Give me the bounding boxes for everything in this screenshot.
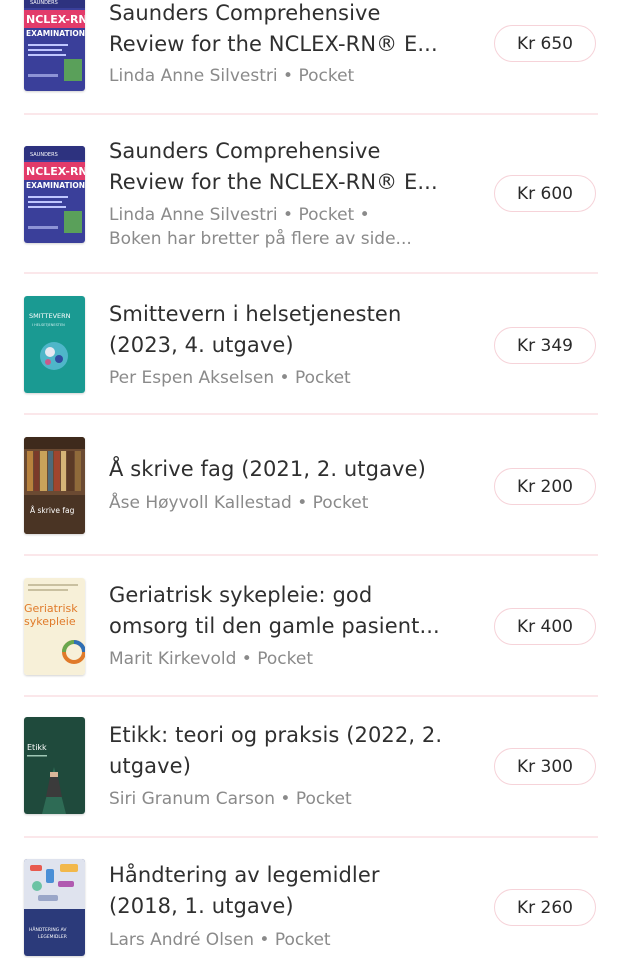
book-title[interactable]: Håndtering av legemidler (2018, 1. utgav… [109, 860, 474, 922]
book-cover-image[interactable]: Å skrive fag [24, 437, 85, 534]
cover-main-text: NCLEX-RN [26, 165, 85, 178]
book-title[interactable]: Å skrive fag (2021, 2. utgave) [109, 454, 474, 485]
listing-item[interactable]: HÅNDTERING AV LEGEMIDLER Håndtering av l… [0, 838, 619, 958]
price-badge[interactable]: Kr 600 [494, 175, 596, 212]
book-cover-image[interactable]: HÅNDTERING AV LEGEMIDLER [24, 859, 85, 956]
price-badge[interactable]: Kr 650 [494, 25, 596, 62]
book-cover-image[interactable]: Etikk [24, 717, 85, 814]
book-cover-image[interactable]: Geriatrisk sykepleie [24, 578, 85, 675]
cover-top-text: SAUNDERS [30, 152, 58, 158]
price-badge[interactable]: Kr 349 [494, 327, 596, 364]
listing-item[interactable]: SAUNDERS NCLEX-RN EXAMINATION Saunders C… [0, 115, 619, 274]
listing-item[interactable]: Etikk Etikk: teori og praksis (2022, 2. … [0, 697, 619, 838]
price-badge[interactable]: Kr 400 [494, 608, 596, 645]
book-title[interactable]: Etikk: teori og praksis (2022, 2. utgave… [109, 720, 474, 782]
book-meta: Marit Kirkevold • Pocket [109, 649, 313, 669]
book-cover-image[interactable]: SAUNDERS NCLEX-RN EXAMINATION [24, 146, 85, 243]
book-title[interactable]: Saunders Comprehensive Review for the NC… [109, 0, 474, 60]
book-meta: Lars André Olsen • Pocket [109, 930, 331, 950]
book-meta: Linda Anne Silvestri • Pocket • Boken ha… [109, 205, 412, 249]
listing-item[interactable]: SAUNDERS NCLEX-RN EXAMINATION Saunders C… [0, 0, 619, 115]
listing-item[interactable]: Geriatrisk sykepleie Geriatrisk sykeplei… [0, 556, 619, 697]
cover-main-text: Geriatrisk [24, 602, 78, 615]
cover-main-text: Etikk [27, 743, 47, 752]
book-meta: Linda Anne Silvestri • Pocket [109, 66, 355, 86]
cover-sub-text: LEGEMIDLER [38, 934, 67, 940]
cover-sub-text: I HELSETJENESTEN [32, 323, 65, 327]
cover-main-text: SMITTEVERN [29, 312, 71, 320]
book-meta: Per Espen Akselsen • Pocket [109, 368, 351, 388]
book-cover-image[interactable]: SAUNDERS NCLEX-RN EXAMINATION [24, 0, 85, 91]
cover-sub-text: sykepleie [24, 615, 76, 628]
listing-list: SAUNDERS NCLEX-RN EXAMINATION Saunders C… [0, 0, 619, 958]
book-meta: Åse Høyvoll Kallestad • Pocket [109, 493, 369, 513]
book-meta: Siri Granum Carson • Pocket [109, 789, 352, 809]
cover-main-text: NCLEX-RN [26, 13, 85, 26]
cover-sub-text: EXAMINATION [26, 29, 85, 38]
book-title[interactable]: Smittevern i helsetjenesten (2023, 4. ut… [109, 299, 474, 361]
book-title[interactable]: Geriatrisk sykepleie: god omsorg til den… [109, 580, 474, 642]
cover-main-text: Å skrive fag [30, 506, 75, 515]
listing-item[interactable]: SMITTEVERN I HELSETJENESTEN Smittevern i… [0, 274, 619, 415]
price-badge[interactable]: Kr 260 [494, 889, 596, 926]
book-title[interactable]: Saunders Comprehensive Review for the NC… [109, 136, 474, 198]
cover-sub-text: EXAMINATION [26, 181, 85, 190]
cover-main-text: HÅNDTERING AV [29, 926, 67, 933]
listing-item[interactable]: Å skrive fag Å skrive fag (2021, 2. utga… [0, 415, 619, 556]
price-badge[interactable]: Kr 300 [494, 748, 596, 785]
price-badge[interactable]: Kr 200 [494, 468, 596, 505]
cover-top-text: SAUNDERS [30, 0, 58, 6]
book-cover-image[interactable]: SMITTEVERN I HELSETJENESTEN [24, 296, 85, 393]
